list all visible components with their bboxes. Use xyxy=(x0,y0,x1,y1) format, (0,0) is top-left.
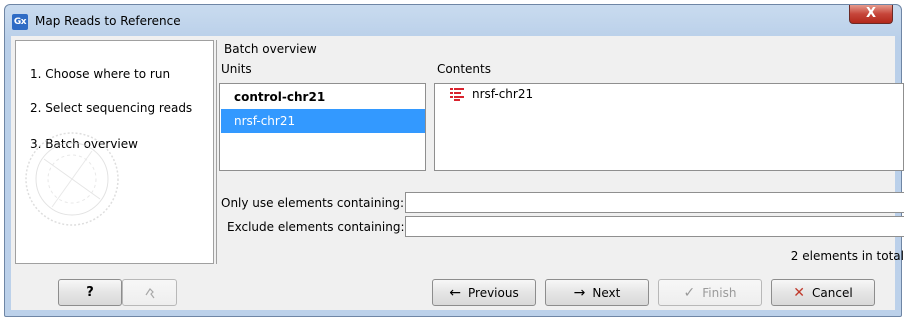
batch-overview-panel: Batch overview Units Contents control-ch… xyxy=(216,40,904,264)
previous-label: Previous xyxy=(468,285,519,300)
units-header: Units xyxy=(221,62,252,76)
units-list[interactable]: control-chr21 nrsf-chr21 xyxy=(219,83,426,171)
step-choose-where-to-run: 1. Choose where to run xyxy=(30,67,171,81)
finish-label: Finish xyxy=(702,285,737,300)
exclude-filter-label: Exclude elements containing: xyxy=(227,220,405,234)
step-select-sequencing-reads: 2. Select sequencing reads xyxy=(30,101,193,115)
wizard-steps-panel: 1. Choose where to run 2. Select sequenc… xyxy=(15,40,214,264)
content-item-label: nrsf-chr21 xyxy=(472,87,534,101)
contents-header: Contents xyxy=(437,62,491,76)
app-logo-icon: Gx xyxy=(12,14,28,30)
contents-list[interactable]: nrsf-chr21 xyxy=(434,83,904,171)
cancel-button[interactable]: ✕ Cancel xyxy=(771,279,875,306)
dialog-window: Gx Map Reads to Reference X 1. Choose wh… xyxy=(4,4,904,317)
include-filter-label: Only use elements containing: xyxy=(221,196,405,210)
section-title: Batch overview xyxy=(224,42,317,56)
unit-item-nrsf-chr21[interactable]: nrsf-chr21 xyxy=(221,109,425,133)
close-button[interactable]: X xyxy=(849,5,893,24)
help-button[interactable]: ? xyxy=(58,279,122,306)
exclude-filter-input[interactable] xyxy=(405,216,904,237)
sequence-list-icon xyxy=(450,88,464,101)
window-title: Map Reads to Reference xyxy=(35,14,181,28)
include-filter-input[interactable] xyxy=(405,192,904,213)
arrow-right-icon: → xyxy=(573,284,586,301)
previous-button[interactable]: ← Previous xyxy=(432,279,536,306)
elements-count: 2 elements in total xyxy=(790,249,904,263)
next-button[interactable]: → Next xyxy=(545,279,649,306)
button-bar: ? ← Previous → Next ✓ Finish ✕ Cancel xyxy=(11,269,895,310)
title-bar[interactable]: Gx Map Reads to Reference X xyxy=(5,5,901,37)
help-label: ? xyxy=(86,285,94,300)
checkmark-icon: ✓ xyxy=(683,284,696,301)
cancel-label: Cancel xyxy=(812,285,853,300)
dialog-content: 1. Choose where to run 2. Select sequenc… xyxy=(11,36,904,310)
restore-defaults-button[interactable] xyxy=(122,279,177,306)
next-label: Next xyxy=(592,285,621,300)
watermark-seal-icon xyxy=(25,132,119,226)
arrow-left-icon: ← xyxy=(449,284,461,301)
restore-icon xyxy=(145,287,154,298)
cancel-x-icon: ✕ xyxy=(793,284,806,301)
unit-item-control-chr21[interactable]: control-chr21 xyxy=(221,85,425,109)
content-item-nrsf-chr21[interactable]: nrsf-chr21 xyxy=(436,85,902,104)
finish-button[interactable]: ✓ Finish xyxy=(658,279,762,306)
